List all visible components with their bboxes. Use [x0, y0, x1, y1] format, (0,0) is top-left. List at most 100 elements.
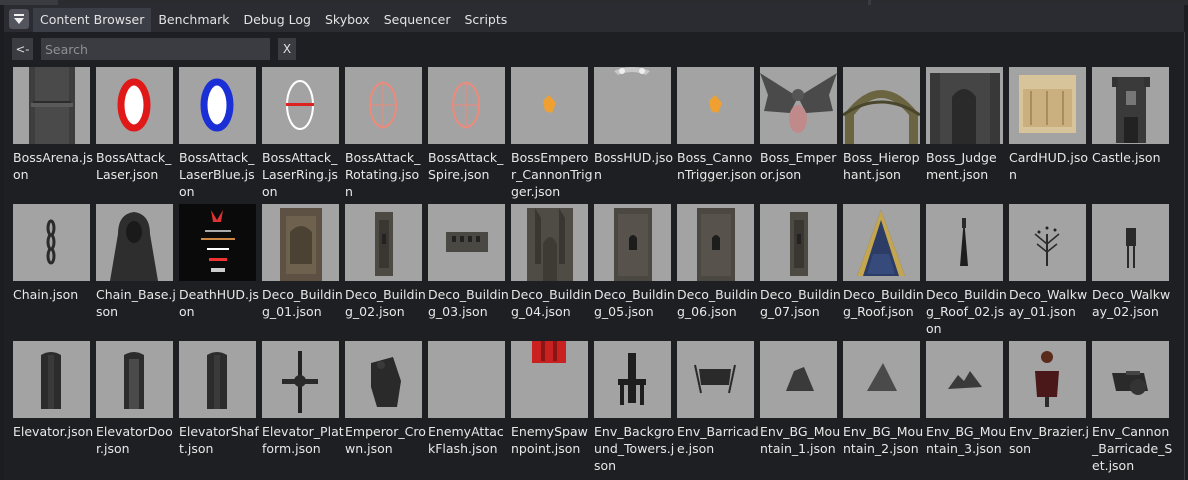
asset-filename: EnemyAttackFlash.json	[428, 424, 504, 456]
hud-ornament-icon	[594, 67, 671, 144]
asset-filename: Env_BG_Mountain_3.json	[926, 424, 1007, 456]
tab-skybox[interactable]: Skybox	[318, 8, 377, 32]
asset-filename: BossEmperor_CannonTrigger.json	[511, 150, 593, 199]
tab-content-browser[interactable]: Content Browser	[33, 8, 152, 32]
asset-tile[interactable]: BossAttack_LaserBlue.json	[179, 67, 259, 203]
asset-tile[interactable]: Boss_Judgement.json	[926, 67, 1006, 203]
tab-benchmark[interactable]: Benchmark	[151, 8, 236, 32]
cathedral-icon	[926, 67, 1003, 144]
asset-filename: Elevator.json	[13, 424, 94, 439]
mountain-1-icon	[760, 341, 837, 418]
death-screen-icon	[179, 204, 256, 281]
blue-ring-icon	[179, 67, 256, 144]
asset-filename: Env_Background_Towers.json	[594, 424, 675, 473]
asset-tile[interactable]: Deco_Building_Roof.json	[843, 204, 924, 340]
asset-tile[interactable]: Env_Background_Towers.json	[594, 341, 674, 477]
asset-tile[interactable]: BossAttack_Rotating.json	[345, 67, 425, 203]
dark-pillar-icon	[13, 67, 90, 144]
asset-tile[interactable]: Env_Cannon_Barricade_Set.json	[1092, 341, 1172, 477]
asset-tile[interactable]: Env_BG_Mountain_2.json	[843, 341, 923, 477]
asset-tile[interactable]: Deco_Building_07.json	[760, 204, 841, 340]
castle-icon	[1092, 67, 1169, 144]
asset-tile[interactable]: BossAttack_Spire.json	[428, 67, 508, 203]
asset-filename: Deco_Walkway_02.json	[1092, 287, 1171, 319]
spire-icon	[926, 204, 1003, 281]
asset-tile[interactable]: Boss_CannonTrigger.json	[677, 67, 757, 203]
asset-filename: Deco_Building_06.json	[677, 287, 758, 319]
orange-blob-icon	[511, 67, 588, 144]
asset-tile[interactable]: Boss_Hierophant.json	[843, 67, 923, 203]
asset-tile[interactable]: BossHUD.json	[594, 67, 674, 203]
asset-tile[interactable]: Chain.json	[13, 204, 93, 340]
barricade-icon	[677, 341, 754, 418]
card-icon	[1009, 67, 1086, 144]
elevator-icon	[13, 341, 90, 418]
asset-tile[interactable]: ElevatorShaft.json	[179, 341, 259, 477]
clear-search-button[interactable]: X	[278, 38, 296, 60]
asset-tile[interactable]: DeathHUD.json	[179, 204, 259, 340]
cannon-barricade-icon	[1092, 341, 1169, 418]
asset-tile[interactable]: BossAttack_Laser.json	[96, 67, 176, 203]
asset-filename: Env_BG_Mountain_2.json	[843, 424, 924, 456]
asset-filename: Deco_Building_03.json	[428, 287, 509, 319]
asset-filename: Deco_Building_04.json	[511, 287, 592, 319]
asset-tile[interactable]: Deco_Building_05.json	[594, 204, 675, 340]
red-ring-icon	[96, 67, 173, 144]
asset-filename: EnemySpawnpoint.json	[511, 424, 588, 456]
asset-tile[interactable]: Elevator_Platform.json	[262, 341, 344, 477]
elevator-icon	[179, 341, 256, 418]
asset-tile[interactable]: BossArena.json	[13, 67, 93, 203]
asset-tile[interactable]: EnemySpawnpoint.json	[511, 341, 591, 477]
asset-tile[interactable]: Deco_Walkway_02.json	[1092, 204, 1172, 340]
asset-tile[interactable]: ElevatorDoor.json	[96, 341, 176, 477]
building-narrow-icon	[760, 204, 837, 281]
walkway-banner-icon	[1092, 204, 1169, 281]
asset-filename: Boss_Emperor.json	[760, 150, 837, 182]
brazier-icon	[1009, 341, 1086, 418]
elevator-door-icon	[96, 341, 173, 418]
asset-tile[interactable]: Deco_Building_04.json	[511, 204, 592, 340]
asset-filename: Deco_Building_07.json	[760, 287, 841, 319]
back-button[interactable]: <-	[12, 38, 33, 60]
tab-scripts[interactable]: Scripts	[458, 8, 515, 32]
asset-tile[interactable]: CardHUD.json	[1009, 67, 1089, 203]
asset-tile[interactable]: Chain_Base.json	[96, 204, 176, 340]
asset-tile[interactable]: Deco_Building_Roof_02.json	[926, 204, 1007, 340]
asset-filename: Env_Brazier.json	[1009, 424, 1090, 456]
mountain-2-icon	[843, 341, 920, 418]
mountain-3-icon	[926, 341, 1003, 418]
asset-tile[interactable]: Boss_Emperor.json	[760, 67, 840, 203]
tab-debug-log[interactable]: Debug Log	[237, 8, 318, 32]
tab-menu-dropdown-icon[interactable]	[9, 9, 29, 29]
asset-tile[interactable]: Env_BG_Mountain_1.json	[760, 341, 840, 477]
asset-tile[interactable]: BossEmperor_CannonTrigger.json	[511, 67, 593, 203]
asset-tile[interactable]: Deco_Building_01.json	[262, 204, 343, 340]
asset-tile[interactable]: Deco_Building_03.json	[428, 204, 509, 340]
building-gothic-icon	[511, 204, 588, 281]
asset-filename: DeathHUD.json	[179, 287, 259, 319]
asset-tile[interactable]: Deco_Building_06.json	[677, 204, 758, 340]
asset-tile[interactable]: Env_BG_Mountain_3.json	[926, 341, 1006, 477]
asset-tile[interactable]: Deco_Walkway_01.json	[1009, 204, 1089, 340]
asset-tile[interactable]: Env_Brazier.json	[1009, 341, 1089, 477]
asset-filename: Env_BG_Mountain_1.json	[760, 424, 841, 456]
asset-filename: Deco_Walkway_01.json	[1009, 287, 1088, 319]
asset-tile[interactable]: Deco_Building_02.json	[345, 204, 426, 340]
asset-tile[interactable]: BossAttack_LaserRing.json	[262, 67, 342, 203]
asset-filename: BossHUD.json	[594, 150, 674, 182]
building-window-icon	[677, 204, 754, 281]
winged-boss-icon	[760, 67, 837, 144]
asset-tile[interactable]: Emperor_Crown.json	[345, 341, 426, 477]
asset-tile[interactable]: Elevator.json	[13, 341, 93, 477]
asset-filename: Deco_Building_02.json	[345, 287, 426, 319]
asset-filename: CardHUD.json	[1009, 150, 1089, 182]
tab-sequencer[interactable]: Sequencer	[377, 8, 458, 32]
asset-tile[interactable]: Env_Barricade.json	[677, 341, 759, 477]
asset-tile[interactable]: EnemyAttackFlash.json	[428, 341, 508, 477]
asset-filename: Env_Cannon_Barricade_Set.json	[1092, 424, 1173, 473]
asset-filename: Chain.json	[13, 287, 79, 302]
asset-filename: Env_Barricade.json	[677, 424, 759, 456]
asset-tile[interactable]: Castle.json	[1092, 67, 1172, 203]
asset-filename: Deco_Building_01.json	[262, 287, 343, 319]
search-input[interactable]	[41, 38, 270, 60]
